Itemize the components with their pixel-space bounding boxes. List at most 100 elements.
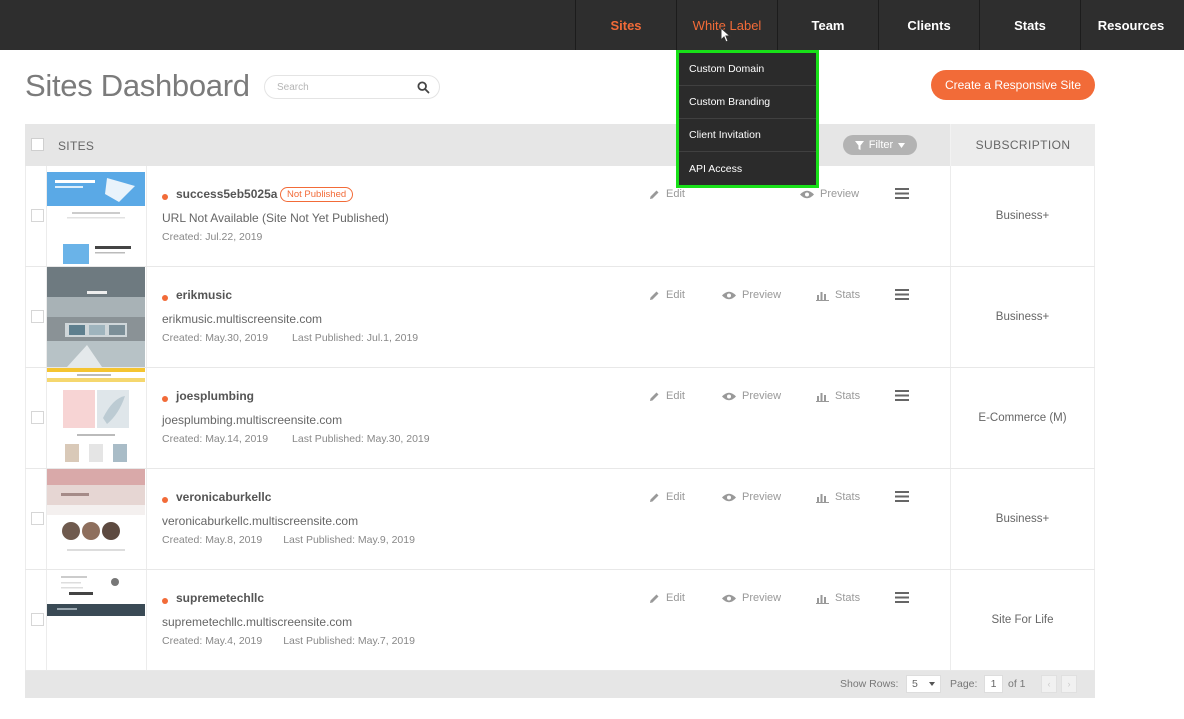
site-dates: Created: May.8, 2019 Last Published: May.… xyxy=(162,534,415,546)
preview-button[interactable]: Preview xyxy=(722,489,781,505)
row-checkbox[interactable] xyxy=(31,411,44,424)
row-check-cell xyxy=(25,368,47,468)
site-name[interactable]: erikmusic xyxy=(176,288,232,302)
site-url: erikmusic.multiscreensite.com xyxy=(162,312,323,326)
stats-button[interactable]: Stats xyxy=(816,287,860,303)
row-menu-button[interactable] xyxy=(895,589,909,605)
sites-table: SITES Filter SUBSCRIPTION success5eb5025… xyxy=(25,124,1095,698)
stats-button[interactable]: Stats xyxy=(816,388,860,404)
nav-stats[interactable]: Stats xyxy=(979,0,1080,50)
subscription-cell: Business+ xyxy=(950,267,1095,367)
edit-label: Edit xyxy=(666,390,685,402)
edit-button[interactable]: Edit xyxy=(649,388,685,404)
edit-button[interactable]: Edit xyxy=(649,489,685,505)
prev-page-button[interactable]: ‹ xyxy=(1041,675,1057,693)
created-date: Created: May.30, 2019 xyxy=(162,332,269,344)
menu-item-custom-domain[interactable]: Custom Domain xyxy=(679,53,816,86)
subscription-cell: Site For Life xyxy=(950,570,1095,670)
search-box xyxy=(264,75,440,99)
next-page-button[interactable]: › xyxy=(1061,675,1077,693)
nav-sites[interactable]: Sites xyxy=(575,0,676,50)
row-check-cell xyxy=(25,166,47,266)
preview-button[interactable]: Preview xyxy=(800,186,859,202)
site-thumbnail[interactable] xyxy=(47,469,147,569)
subscription-cell: E-Commerce (M) xyxy=(950,368,1095,468)
table-row: joesplumbing joesplumbing.multiscreensit… xyxy=(25,368,1095,469)
preview-label: Preview xyxy=(742,592,782,604)
edit-button[interactable]: Edit xyxy=(649,287,685,303)
preview-button[interactable]: Preview xyxy=(722,590,781,606)
subscription-cell: Business+ xyxy=(950,166,1095,266)
stats-button[interactable]: Stats xyxy=(816,590,860,606)
site-name[interactable]: success5eb5025a xyxy=(176,187,277,201)
row-check-cell xyxy=(25,267,47,367)
hamburger-menu-icon xyxy=(895,490,909,502)
page-number-input[interactable]: 1 xyxy=(984,675,1003,693)
show-rows-label: Show Rows: xyxy=(840,678,899,690)
search-icon[interactable] xyxy=(417,81,430,94)
edit-button[interactable]: Edit xyxy=(649,186,685,202)
caret-down-icon xyxy=(929,682,935,686)
site-name[interactable]: joesplumbing xyxy=(176,389,254,403)
rows-per-page-select[interactable]: 5 xyxy=(906,675,941,693)
row-checkbox[interactable] xyxy=(31,310,44,323)
pencil-icon xyxy=(650,190,659,199)
eye-icon xyxy=(722,392,736,400)
row-menu-button[interactable] xyxy=(895,286,909,302)
site-thumbnail-image xyxy=(47,267,145,367)
page-label: Page: xyxy=(950,678,978,690)
site-url: URL Not Available (Site Not Yet Publishe… xyxy=(162,211,389,225)
nav-team[interactable]: Team xyxy=(777,0,878,50)
menu-item-client-invitation[interactable]: Client Invitation xyxy=(679,119,816,152)
menu-item-custom-branding[interactable]: Custom Branding xyxy=(679,86,816,119)
row-menu-button[interactable] xyxy=(895,185,909,201)
preview-button[interactable]: Preview xyxy=(722,287,781,303)
status-dot xyxy=(162,497,168,503)
row-checkbox[interactable] xyxy=(31,209,44,222)
preview-button[interactable]: Preview xyxy=(722,388,781,404)
row-checkbox[interactable] xyxy=(31,613,44,626)
column-header-subscription: SUBSCRIPTION xyxy=(950,124,1095,166)
edit-label: Edit xyxy=(666,289,685,301)
site-thumbnail[interactable] xyxy=(47,166,147,266)
site-thumbnail[interactable] xyxy=(47,267,147,367)
stats-button[interactable]: Stats xyxy=(816,489,860,505)
search-input[interactable] xyxy=(277,79,407,95)
edit-button[interactable]: Edit xyxy=(649,590,685,606)
pencil-icon xyxy=(650,493,659,502)
site-thumbnail-image xyxy=(47,570,145,670)
table-row: erikmusic erikmusic.multiscreensite.com … xyxy=(25,267,1095,368)
stats-label: Stats xyxy=(835,390,861,402)
pencil-icon xyxy=(650,392,659,401)
stats-label: Stats xyxy=(835,491,861,503)
site-thumbnail-image xyxy=(47,469,145,569)
preview-label: Preview xyxy=(742,390,782,402)
site-name[interactable]: veronicaburkellc xyxy=(176,490,271,504)
eye-icon xyxy=(722,594,736,602)
created-date: Created: May.8, 2019 xyxy=(162,534,263,546)
edit-label: Edit xyxy=(666,188,685,200)
menu-item-api-access[interactable]: API Access xyxy=(679,152,816,185)
site-dates: Created: May.30, 2019 Last Published: Jul… xyxy=(162,332,418,344)
top-nav-bar: Sites White Label Team Clients Stats Res… xyxy=(0,0,1184,50)
row-menu-button[interactable] xyxy=(895,488,909,504)
page-title: Sites Dashboard xyxy=(25,68,250,103)
preview-label: Preview xyxy=(742,289,782,301)
site-thumbnail[interactable] xyxy=(47,368,147,468)
nav-resources[interactable]: Resources xyxy=(1080,0,1181,50)
row-menu-button[interactable] xyxy=(895,387,909,403)
published-date: Last Published: May.9, 2019 xyxy=(283,534,415,546)
row-check-cell xyxy=(25,469,47,569)
select-all-checkbox[interactable] xyxy=(31,138,44,151)
rows-per-page-value: 5 xyxy=(912,678,918,690)
create-site-button[interactable]: Create a Responsive Site xyxy=(931,70,1095,100)
subscription-cell: Business+ xyxy=(950,469,1095,569)
row-checkbox[interactable] xyxy=(31,512,44,525)
nav-clients[interactable]: Clients xyxy=(878,0,979,50)
table-row: supremetechllc supremetechllc.multiscree… xyxy=(25,570,1095,671)
created-date: Created: May.14, 2019 xyxy=(162,433,269,445)
filter-button[interactable]: Filter xyxy=(843,135,917,155)
site-name[interactable]: supremetechllc xyxy=(176,591,264,605)
stats-label: Stats xyxy=(835,289,861,301)
site-thumbnail[interactable] xyxy=(47,570,147,670)
